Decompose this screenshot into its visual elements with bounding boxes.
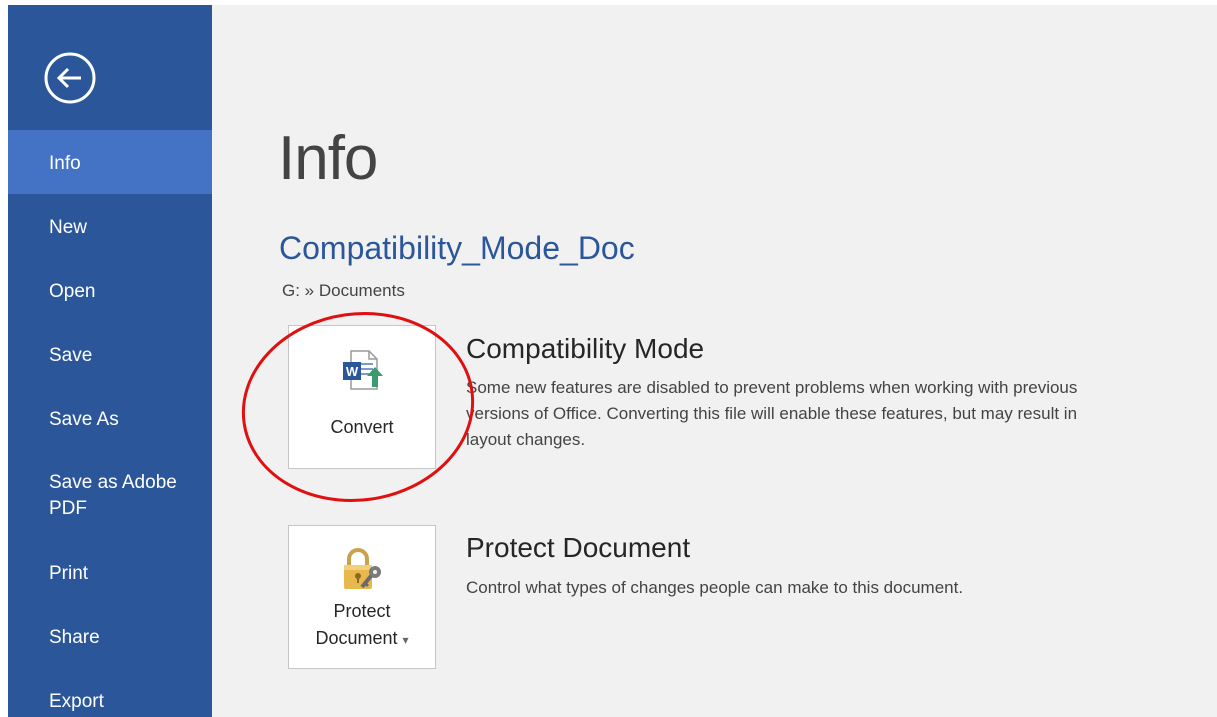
protect-document-heading: Protect Document [466,532,691,563]
description-line: versions of Office. Converting this file… [466,404,1078,423]
back-arrow-icon [44,52,96,104]
nav-save-as-adobe-pdf[interactable]: Save as Adobe PDF [8,466,212,534]
convert-label: Convert [330,417,394,437]
dropdown-arrow-icon: ▾ [402,633,409,647]
page-title: Info [278,124,378,193]
nav-new[interactable]: New [8,194,212,258]
nav-save[interactable]: Save [8,322,212,386]
document-path[interactable]: G: » Documents [282,281,405,301]
word-convert-icon: W [343,350,383,390]
nav-label: Open [49,281,96,302]
nav-share[interactable]: Share [8,604,212,668]
document-name: Compatibility_Mode_Doc [279,230,635,266]
convert-button[interactable]: W Convert [288,325,436,469]
compatibility-mode-description: Some new features are disabled to preven… [466,375,1206,453]
nav-label-line1: Save as Adobe [49,472,177,493]
backstage-sidebar: Info New Open Save Save As Save as Adobe… [8,5,212,717]
description-line: layout changes. [466,430,586,449]
nav-save-as[interactable]: Save As [8,386,212,450]
padlock-key-icon [344,548,381,589]
compatibility-mode-heading: Compatibility Mode [466,333,705,364]
nav-label: New [49,217,88,238]
nav-info[interactable]: Info [8,130,212,194]
back-button[interactable] [43,51,97,105]
protect-label-line2: Document ▾ [289,625,435,653]
nav-label: Share [49,627,100,648]
description-line: Some new features are disabled to preven… [466,378,1078,397]
nav-print[interactable]: Print [8,540,212,604]
nav-label: Save [49,345,93,366]
protect-label-text: Document [315,628,398,648]
info-pane: Info Compatibility_Mode_Doc G: » Documen… [212,5,1217,717]
backstage-view: Info New Open Save Save As Save as Adobe… [8,5,1217,717]
nav-export[interactable]: Export [8,668,212,717]
protect-document-description: Control what types of changes people can… [466,578,964,597]
nav-open[interactable]: Open [8,258,212,322]
nav-label: Print [49,563,89,584]
nav-label-line2: PDF [49,498,87,519]
nav-label: Export [49,691,104,712]
svg-text:W: W [346,364,359,379]
protect-label-line1: Protect [333,601,391,621]
nav-label: Info [49,153,81,174]
protect-document-button[interactable]: Protect Document ▾ [288,525,436,669]
nav-label: Save As [49,409,119,430]
